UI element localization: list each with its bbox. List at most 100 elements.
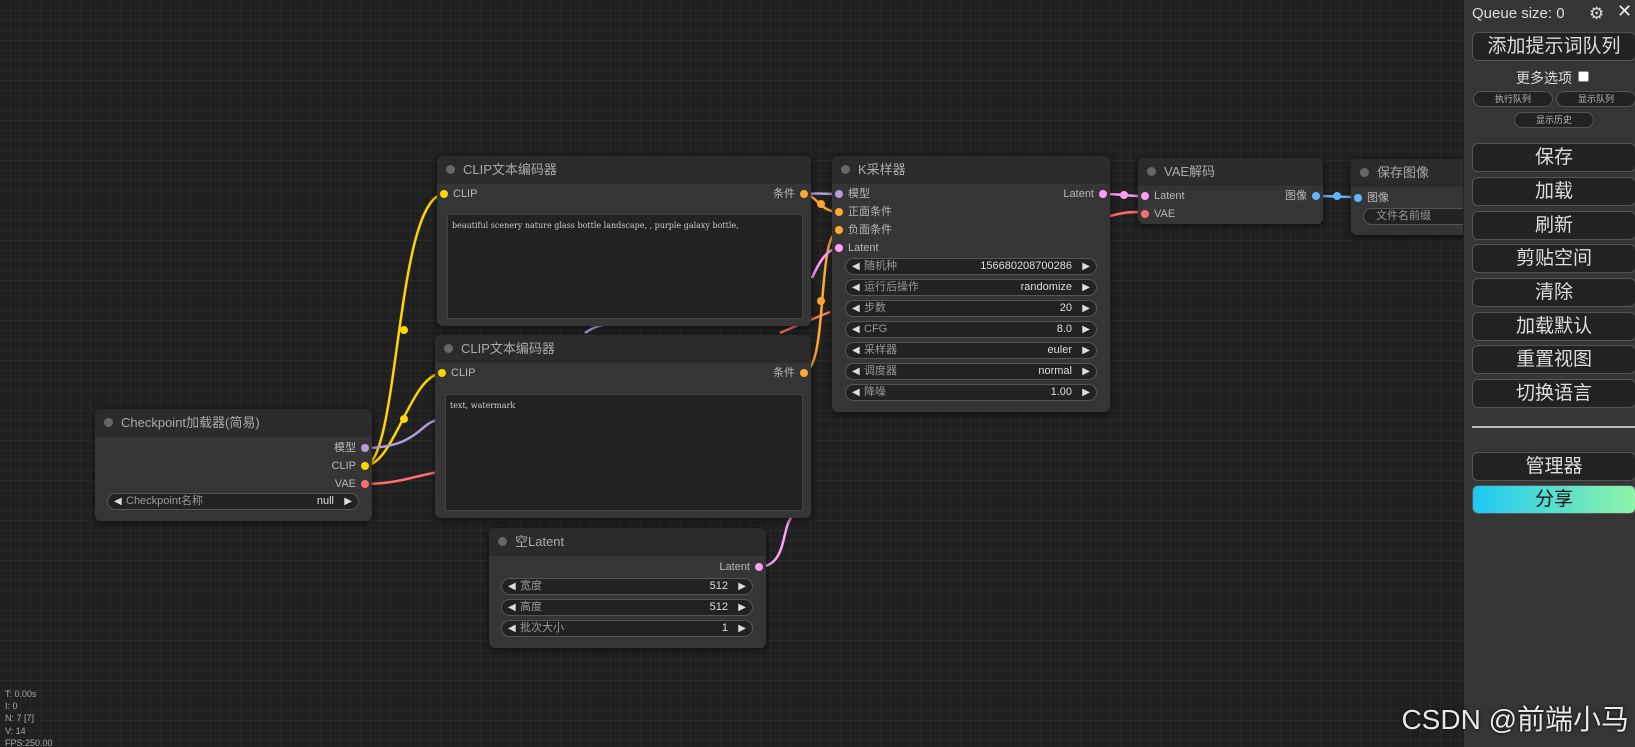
arrow-left-icon[interactable]: ◀ xyxy=(508,600,516,615)
output-slot-image[interactable]: 图像 xyxy=(1285,188,1323,204)
queue-size-label: Queue size: 0 xyxy=(1472,5,1565,22)
node-collapse-dot[interactable] xyxy=(446,165,455,174)
queue-prompt-button[interactable]: 添加提示词队列 xyxy=(1472,32,1635,61)
arrow-right-icon[interactable]: ▶ xyxy=(1082,301,1090,316)
seed-widget[interactable]: ◀ 随机种 156680208700286 ▶ xyxy=(845,258,1097,275)
arrow-left-icon[interactable]: ◀ xyxy=(852,364,860,379)
arrow-left-icon[interactable]: ◀ xyxy=(852,385,860,400)
input-slot-vae[interactable]: VAE xyxy=(1138,206,1175,222)
csdn-watermark: CSDN @前端小马 xyxy=(1401,704,1629,735)
prompt-textarea[interactable]: beautiful scenery nature glass bottle la… xyxy=(447,214,803,319)
arrow-left-icon[interactable]: ◀ xyxy=(508,621,516,636)
node-title[interactable]: 空Latent xyxy=(489,528,766,556)
input-slot-positive[interactable]: 正面条件 xyxy=(832,204,892,220)
close-icon[interactable]: ✕ xyxy=(1617,1,1632,22)
prompt-textarea[interactable]: text, watermark xyxy=(445,394,803,511)
output-slot-conditioning[interactable]: 条件 xyxy=(773,186,811,202)
arrow-right-icon[interactable]: ▶ xyxy=(1082,364,1090,379)
save-button[interactable]: 保存 xyxy=(1472,143,1635,172)
arrow-left-icon[interactable]: ◀ xyxy=(852,259,860,274)
arrow-left-icon[interactable]: ◀ xyxy=(852,322,860,337)
output-slot-clip[interactable]: CLIP xyxy=(332,458,372,474)
input-slot-clip[interactable]: CLIP xyxy=(435,365,475,381)
checkpoint-loader-node[interactable]: Checkpoint加载器(简易) 模型 CLIP VAE ◀ Checkpoi… xyxy=(95,409,372,521)
output-slot-conditioning[interactable]: 条件 xyxy=(773,365,811,381)
node-title[interactable]: 保存图像 xyxy=(1351,159,1481,187)
arrow-right-icon[interactable]: ▶ xyxy=(738,579,746,594)
steps-widget[interactable]: ◀ 步数 20 ▶ xyxy=(845,300,1097,317)
width-widget[interactable]: ◀ 宽度 512 ▶ xyxy=(501,578,753,595)
exec-queue-button[interactable]: 执行队列 xyxy=(1473,91,1553,107)
control-after-generate-widget[interactable]: ◀ 运行后操作 randomize ▶ xyxy=(845,279,1097,296)
reset-view-button[interactable]: 重置视图 xyxy=(1472,345,1635,374)
node-collapse-dot[interactable] xyxy=(1147,167,1156,176)
clipspace-button[interactable]: 剪贴空间 xyxy=(1472,244,1635,273)
node-title[interactable]: VAE解码 xyxy=(1138,158,1323,186)
input-slot-image[interactable]: 图像 xyxy=(1351,190,1389,206)
node-title[interactable]: CLIP文本编码器 xyxy=(437,156,811,184)
wire-clip-to-positive xyxy=(363,192,446,468)
wire-midpoint xyxy=(400,326,408,334)
node-collapse-dot[interactable] xyxy=(841,165,850,174)
arrow-right-icon[interactable]: ▶ xyxy=(738,621,746,636)
arrow-right-icon[interactable]: ▶ xyxy=(1082,385,1090,400)
cfg-widget[interactable]: ◀ CFG 8.0 ▶ xyxy=(845,321,1097,338)
arrow-right-icon[interactable]: ▶ xyxy=(344,494,352,509)
arrow-right-icon[interactable]: ▶ xyxy=(1082,343,1090,358)
load-button[interactable]: 加载 xyxy=(1472,177,1635,206)
gear-icon[interactable]: ⚙ xyxy=(1589,4,1604,24)
checkpoint-name-combo[interactable]: ◀ Checkpoint名称 null ▶ xyxy=(107,493,359,510)
output-slot-vae[interactable]: VAE xyxy=(335,476,372,492)
save-image-node[interactable]: 保存图像 图像 文件名前缀 xyxy=(1351,159,1483,235)
graph-canvas[interactable]: CLIP文本编码器 CLIP 条件 beautiful scenery natu… xyxy=(0,0,1483,747)
output-slot-latent[interactable]: Latent xyxy=(719,559,766,575)
arrow-left-icon[interactable]: ◀ xyxy=(852,301,860,316)
node-title[interactable]: Checkpoint加载器(简易) xyxy=(95,409,372,437)
wire-midpoint xyxy=(400,415,408,423)
clip-text-encode-positive-node[interactable]: CLIP文本编码器 CLIP 条件 beautiful scenery natu… xyxy=(437,156,811,326)
output-slot-latent[interactable]: Latent xyxy=(1063,186,1110,202)
wire-midpoint xyxy=(817,200,825,208)
input-slot-clip[interactable]: CLIP xyxy=(437,186,477,202)
arrow-left-icon[interactable]: ◀ xyxy=(114,494,122,509)
share-button[interactable]: 分享 xyxy=(1472,485,1635,514)
height-widget[interactable]: ◀ 高度 512 ▶ xyxy=(501,599,753,616)
node-collapse-dot[interactable] xyxy=(104,418,113,427)
node-collapse-dot[interactable] xyxy=(1360,168,1369,177)
node-title[interactable]: CLIP文本编码器 xyxy=(435,335,811,363)
arrow-right-icon[interactable]: ▶ xyxy=(738,600,746,615)
arrow-right-icon[interactable]: ▶ xyxy=(1082,259,1090,274)
node-collapse-dot[interactable] xyxy=(498,537,507,546)
sampler-name-widget[interactable]: ◀ 采样器 euler ▶ xyxy=(845,342,1097,359)
input-slot-negative[interactable]: 负面条件 xyxy=(832,222,892,238)
more-options-checkbox[interactable] xyxy=(1578,71,1589,82)
denoise-widget[interactable]: ◀ 降噪 1.00 ▶ xyxy=(845,384,1097,401)
arrow-right-icon[interactable]: ▶ xyxy=(1082,280,1090,295)
node-collapse-dot[interactable] xyxy=(444,344,453,353)
view-queue-button[interactable]: 显示队列 xyxy=(1556,91,1635,107)
output-slot-model[interactable]: 模型 xyxy=(334,440,372,456)
view-history-button[interactable]: 显示历史 xyxy=(1514,112,1594,128)
input-slot-latent[interactable]: Latent xyxy=(832,240,879,256)
batch-size-widget[interactable]: ◀ 批次大小 1 ▶ xyxy=(501,620,753,637)
wire-model xyxy=(363,418,441,450)
vae-decode-node[interactable]: VAE解码 Latent VAE 图像 xyxy=(1138,158,1323,224)
clip-text-encode-negative-node[interactable]: CLIP文本编码器 CLIP 条件 text, watermark xyxy=(435,335,811,518)
arrow-left-icon[interactable]: ◀ xyxy=(508,579,516,594)
stat-v: V: 14 xyxy=(5,725,26,736)
switch-locale-button[interactable]: 切换语言 xyxy=(1472,379,1635,408)
node-title[interactable]: K采样器 xyxy=(832,156,1110,184)
ksampler-node[interactable]: K采样器 模型 正面条件 负面条件 Latent Latent ◀ 随机种 15… xyxy=(832,156,1110,412)
manager-button[interactable]: 管理器 xyxy=(1472,452,1635,481)
stat-fps: FPS:250.00 xyxy=(5,737,53,747)
input-slot-latent[interactable]: Latent xyxy=(1138,188,1185,204)
scheduler-widget[interactable]: ◀ 调度器 normal ▶ xyxy=(845,363,1097,380)
arrow-left-icon[interactable]: ◀ xyxy=(852,280,860,295)
load-default-button[interactable]: 加载默认 xyxy=(1472,312,1635,341)
arrow-left-icon[interactable]: ◀ xyxy=(852,343,860,358)
arrow-right-icon[interactable]: ▶ xyxy=(1082,322,1090,337)
refresh-button[interactable]: 刷新 xyxy=(1472,211,1635,240)
empty-latent-node[interactable]: 空Latent Latent ◀ 宽度 512 ▶ ◀ 高度 512 ▶ ◀ 批… xyxy=(489,528,766,648)
input-slot-model[interactable]: 模型 xyxy=(832,186,870,202)
clear-button[interactable]: 清除 xyxy=(1472,278,1635,307)
